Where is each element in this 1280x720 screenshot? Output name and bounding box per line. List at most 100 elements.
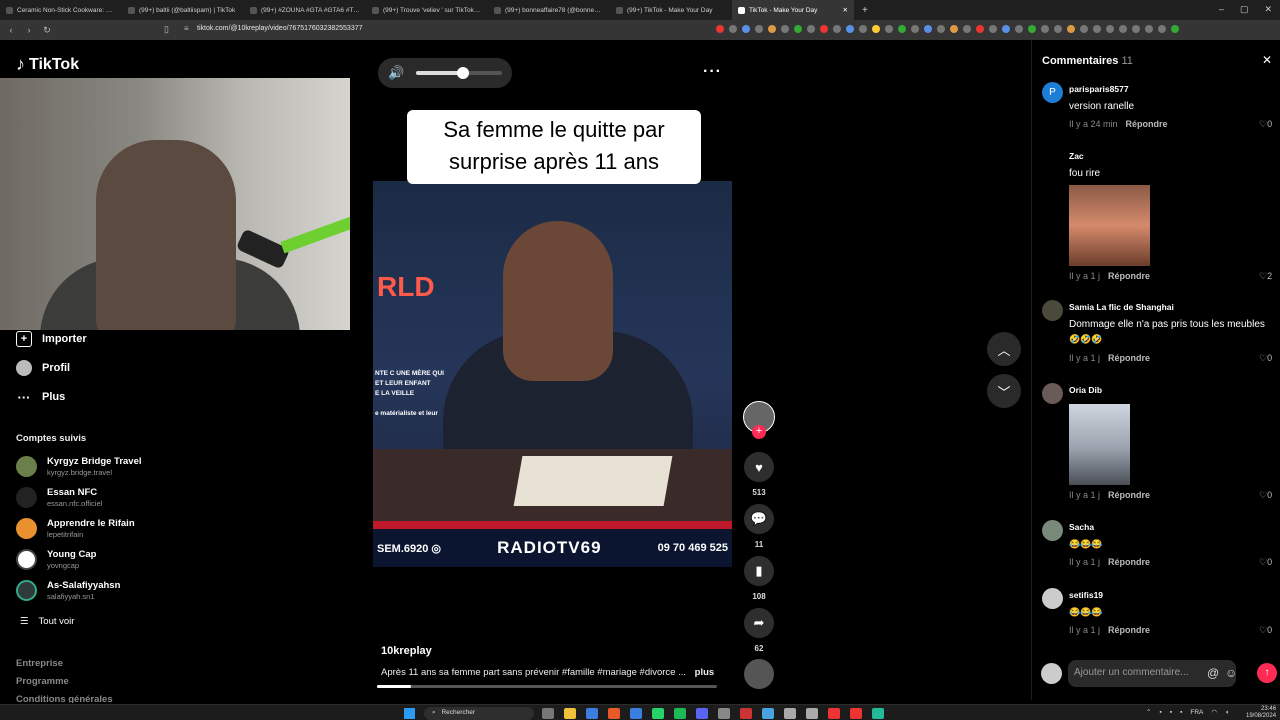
extension-icon[interactable]: [1028, 25, 1036, 33]
extension-icon[interactable]: [911, 25, 919, 33]
following-account[interactable]: Essan NFC essan.nfc.officiel: [16, 487, 102, 508]
extension-icon[interactable]: [924, 25, 932, 33]
like-action[interactable]: ♥ 513: [744, 452, 774, 497]
extension-icon[interactable]: [820, 25, 828, 33]
share-icon[interactable]: ➦: [744, 608, 774, 638]
close-icon[interactable]: ✕: [1262, 53, 1272, 67]
avatar[interactable]: [1042, 300, 1063, 321]
mention-icon[interactable]: @: [1207, 666, 1219, 680]
app-icon[interactable]: [806, 708, 818, 719]
music-disc-icon[interactable]: [744, 659, 774, 689]
tray-chevron-icon[interactable]: ⌃: [1146, 708, 1151, 716]
site-info-icon[interactable]: ≡: [184, 24, 189, 33]
app-icon[interactable]: [784, 708, 796, 719]
language-indicator[interactable]: FRA: [1190, 709, 1203, 716]
task-view-icon[interactable]: [542, 708, 554, 719]
extension-icon[interactable]: [1145, 25, 1153, 33]
maximize-icon[interactable]: ▢: [1240, 4, 1249, 15]
reload-icon[interactable]: ↻: [40, 25, 54, 36]
more-options-icon[interactable]: ···: [703, 63, 722, 81]
extension-icon[interactable]: [1054, 25, 1062, 33]
extension-icon[interactable]: [1158, 25, 1166, 33]
reply-button[interactable]: Répondre: [1108, 557, 1150, 567]
discord-icon[interactable]: [696, 708, 708, 719]
app-icon[interactable]: [718, 708, 730, 719]
tray-app-icon[interactable]: ▪: [1159, 709, 1161, 716]
extension-icon[interactable]: [846, 25, 854, 33]
bookmark-icon[interactable]: ▮: [744, 556, 774, 586]
footer-link[interactable]: Conditions générales: [16, 694, 113, 703]
avatar[interactable]: [1042, 588, 1063, 609]
extension-icon[interactable]: [1093, 25, 1101, 33]
emoji-icon[interactable]: ☺: [1225, 666, 1237, 680]
whatsapp-icon[interactable]: [652, 708, 664, 719]
volume-slider[interactable]: [416, 67, 502, 79]
video-author[interactable]: 10kreplay: [381, 645, 432, 657]
comment-action[interactable]: 💬 11: [744, 504, 774, 549]
volume-knob[interactable]: [457, 67, 470, 79]
comment-gif[interactable]: [1069, 404, 1130, 485]
chrome-icon[interactable]: [762, 708, 774, 719]
reply-button[interactable]: Répondre: [1108, 271, 1150, 281]
app-icon[interactable]: [872, 708, 884, 719]
extension-icon[interactable]: [1041, 25, 1049, 33]
close-window-icon[interactable]: ✕: [1264, 4, 1272, 15]
following-account[interactable]: Kyrgyz Bridge Travel kyrgyz.bridge.travel: [16, 456, 142, 477]
forward-icon[interactable]: ›: [22, 25, 36, 35]
taskbar-search[interactable]: ⌕ Rechercher: [424, 707, 534, 720]
brave-icon[interactable]: [608, 708, 620, 719]
browser-tab[interactable]: (99+) #ZOUNA #GTA #GTA6 #TRAIL...: [244, 0, 366, 20]
extension-icon[interactable]: [1106, 25, 1114, 33]
extension-icon[interactable]: [885, 25, 893, 33]
extension-icon[interactable]: [989, 25, 997, 33]
comment-like[interactable]: ♡2: [1259, 271, 1272, 282]
send-icon[interactable]: ↑: [1257, 663, 1277, 683]
browser-tab[interactable]: (99+) TikTok - Make Your Day: [610, 0, 732, 20]
extension-icon[interactable]: [1015, 25, 1023, 33]
video-progress-bar[interactable]: [377, 685, 717, 688]
more-description-button[interactable]: plus: [695, 667, 715, 678]
app-icon[interactable]: [850, 708, 862, 719]
reply-button[interactable]: Répondre: [1108, 625, 1150, 635]
extension-icon[interactable]: [833, 25, 841, 33]
video-player[interactable]: RLD NTE C UNE MÈRE QUI ET LEUR ENFANT E …: [373, 181, 732, 567]
extension-icon[interactable]: [963, 25, 971, 33]
save-action[interactable]: ▮ 108: [744, 556, 774, 601]
spotify-icon[interactable]: [674, 708, 686, 719]
browser-tab[interactable]: (99+) Trouve 'veliev ' sur TikTok | Rec.…: [366, 0, 488, 20]
minimize-icon[interactable]: –: [1219, 4, 1224, 15]
footer-link[interactable]: Entreprise: [16, 658, 63, 669]
heart-icon[interactable]: ♥: [744, 452, 774, 482]
footer-link[interactable]: Programme: [16, 676, 69, 687]
see-all-link[interactable]: ☰ Tout voir: [20, 616, 74, 627]
reply-button[interactable]: Répondre: [1108, 353, 1150, 363]
windows-start-icon[interactable]: [404, 708, 415, 719]
close-tab-icon[interactable]: ✕: [843, 6, 848, 14]
avatar[interactable]: [1042, 520, 1063, 541]
avatar[interactable]: P: [1042, 82, 1063, 103]
app-icon[interactable]: [630, 708, 642, 719]
comment-like[interactable]: ♡0: [1259, 490, 1272, 501]
next-video-button[interactable]: ﹀: [987, 374, 1021, 408]
store-icon[interactable]: [586, 708, 598, 719]
bookmark-icon[interactable]: ▯: [164, 24, 169, 35]
tiktok-logo[interactable]: ♪ TikTok: [16, 54, 79, 75]
extension-icon[interactable]: [937, 25, 945, 33]
back-icon[interactable]: ‹: [4, 25, 18, 35]
new-tab-icon[interactable]: +: [862, 5, 868, 16]
extension-icon[interactable]: [872, 25, 880, 33]
extension-icon[interactable]: [859, 25, 867, 33]
extension-icon[interactable]: [729, 25, 737, 33]
reply-button[interactable]: Répondre: [1126, 119, 1168, 129]
extension-icon[interactable]: [807, 25, 815, 33]
comment-gif[interactable]: [1069, 185, 1150, 266]
extension-icon[interactable]: [1002, 25, 1010, 33]
extension-icon[interactable]: [1080, 25, 1088, 33]
wifi-icon[interactable]: ◠: [1211, 708, 1217, 716]
file-explorer-icon[interactable]: [564, 708, 576, 719]
extension-icon[interactable]: [1067, 25, 1075, 33]
browser-tab[interactable]: (99+) bonneaffaire78 (@bonneaffaire...: [488, 0, 610, 20]
extension-icon[interactable]: [794, 25, 802, 33]
comment-like[interactable]: ♡0: [1259, 625, 1272, 636]
following-account[interactable]: Apprendre le Rifain lepetitrifain: [16, 518, 135, 539]
